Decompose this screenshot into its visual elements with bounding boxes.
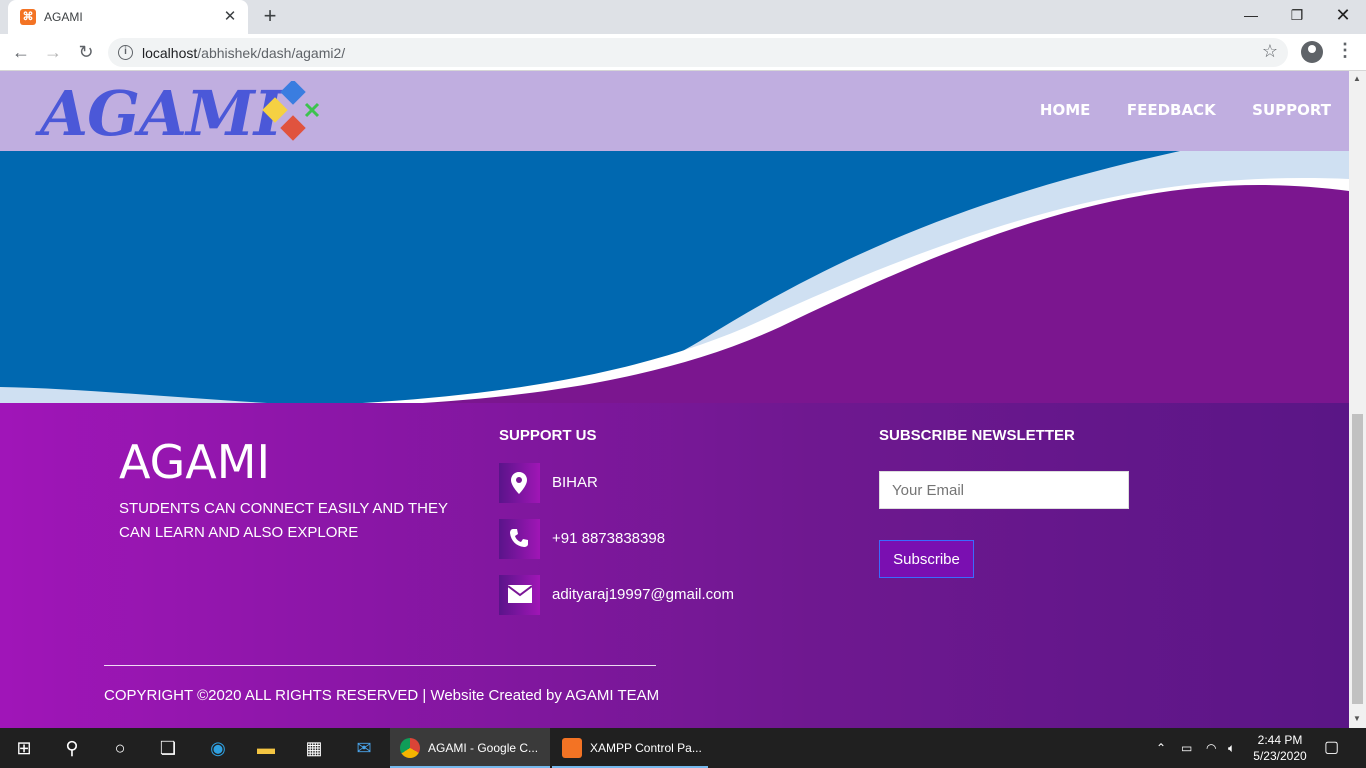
restore-button[interactable]: ❐ xyxy=(1274,0,1320,30)
footer-brand: AGAMI xyxy=(119,435,271,489)
vertical-scrollbar[interactable]: ▲ ▼ xyxy=(1349,71,1366,728)
contact-location: BIHAR xyxy=(499,463,799,503)
chrome-icon xyxy=(400,738,420,758)
phone-icon xyxy=(499,519,540,559)
info-icon[interactable]: i xyxy=(118,45,133,60)
url-host: localhost xyxy=(142,45,198,61)
new-tab-button[interactable]: + xyxy=(258,5,282,29)
site-nav: HOME FEEDBACK SUPPORT xyxy=(1008,101,1331,120)
chrome-app-label: AGAMI - Google C... xyxy=(428,741,539,755)
newsletter-heading: SUBSCRIBE NEWSLETTER xyxy=(879,427,1075,444)
browser-tab-strip: ⌘ AGAMI ✕ + — ❐ ✕ xyxy=(0,0,1366,34)
nav-feedback-link[interactable]: FEEDBACK xyxy=(1127,101,1216,119)
task-view-icon[interactable]: ❏ xyxy=(144,728,192,768)
nav-home-link[interactable]: HOME xyxy=(1040,101,1090,119)
more-menu-icon[interactable]: ⋮ xyxy=(1336,40,1354,61)
nav-support-link[interactable]: SUPPORT xyxy=(1252,101,1331,119)
reload-button[interactable]: ↻ xyxy=(73,39,99,65)
footer-divider xyxy=(104,665,656,666)
logo-diamonds-icon xyxy=(262,81,320,141)
forward-button[interactable]: → xyxy=(40,39,66,65)
clock-time: 2:44 PM xyxy=(1257,733,1303,747)
back-button[interactable]: ← xyxy=(8,39,34,65)
tray-overflow-icon[interactable]: ⌃ xyxy=(1156,728,1166,768)
xampp-app-label: XAMPP Control Pa... xyxy=(590,741,702,755)
address-bar[interactable]: i localhost/abhishek/dash/agami2/ ☆ xyxy=(108,38,1288,67)
notifications-icon[interactable]: ▢ xyxy=(1324,728,1339,768)
volume-icon[interactable]: 🔈︎ xyxy=(1228,728,1235,768)
taskbar-xampp-app[interactable]: XAMPP Control Pa... xyxy=(552,728,708,768)
scroll-up-arrow-icon[interactable]: ▲ xyxy=(1353,74,1361,83)
system-clock[interactable]: 2:44 PM 5/23/2020 xyxy=(1250,732,1310,764)
site-header: AGAMI HOME FEEDBACK SUPPORT xyxy=(0,71,1349,151)
clock-date: 5/23/2020 xyxy=(1253,749,1307,763)
xampp-favicon-icon: ⌘ xyxy=(20,9,36,25)
site-logo[interactable]: AGAMI xyxy=(40,77,283,150)
browser-toolbar: ← → ↻ i localhost/abhishek/dash/agami2/ … xyxy=(0,34,1366,71)
subscribe-button[interactable]: Subscribe xyxy=(879,540,974,578)
site-footer: AGAMI STUDENTS CAN CONNECT EASILY AND TH… xyxy=(0,403,1349,728)
edge-icon[interactable]: ◉ xyxy=(194,728,242,768)
minimize-button[interactable]: — xyxy=(1228,0,1274,30)
profile-avatar-icon[interactable] xyxy=(1301,41,1323,63)
file-explorer-icon[interactable]: ▬ xyxy=(242,728,290,768)
mail-icon[interactable]: ✉ xyxy=(340,728,388,768)
url-text: localhost/abhishek/dash/agami2/ xyxy=(142,45,345,61)
search-icon[interactable]: ⚲ xyxy=(48,728,96,768)
wave-banner xyxy=(0,151,1349,405)
support-heading: SUPPORT US xyxy=(499,427,597,444)
email-text[interactable]: adityaraj19997@gmail.com xyxy=(552,586,734,603)
browser-tab[interactable]: ⌘ AGAMI ✕ xyxy=(8,0,248,34)
copyright-text: COPYRIGHT ©2020 ALL RIGHTS RESERVED | We… xyxy=(104,687,660,704)
envelope-icon xyxy=(499,575,540,615)
bookmark-star-icon[interactable]: ☆ xyxy=(1262,41,1278,62)
taskbar-chrome-app[interactable]: AGAMI - Google C... xyxy=(390,728,550,768)
store-icon[interactable]: ▦ xyxy=(290,728,338,768)
contact-phone: +91 8873838398 xyxy=(499,519,799,559)
windows-taskbar: ⊞ ⚲ ○ ❏ ◉ ▬ ▦ ✉ AGAMI - Google C... XAMP… xyxy=(0,728,1366,768)
contact-email: adityaraj19997@gmail.com xyxy=(499,575,799,615)
scrollbar-thumb[interactable] xyxy=(1352,414,1363,704)
url-path: /abhishek/dash/agami2/ xyxy=(197,45,346,61)
footer-tagline: STUDENTS CAN CONNECT EASILY AND THEY CAN… xyxy=(119,500,448,541)
close-tab-icon[interactable]: ✕ xyxy=(220,7,240,27)
cortana-icon[interactable]: ○ xyxy=(96,728,144,768)
newsletter-email-input[interactable] xyxy=(879,471,1129,509)
battery-icon[interactable]: ▭ xyxy=(1181,728,1192,768)
phone-text[interactable]: +91 8873838398 xyxy=(552,530,665,547)
windows-start-icon[interactable]: ⊞ xyxy=(0,728,48,768)
map-pin-icon xyxy=(499,463,540,503)
page-viewport: AGAMI HOME FEEDBACK SUPPORT AGAMI STUDEN… xyxy=(0,71,1349,728)
wifi-icon[interactable]: ◠ xyxy=(1206,728,1216,768)
xampp-icon xyxy=(562,738,582,758)
location-text: BIHAR xyxy=(552,474,598,491)
scroll-down-arrow-icon[interactable]: ▼ xyxy=(1353,714,1361,723)
tab-title: AGAMI xyxy=(44,10,83,24)
close-window-button[interactable]: ✕ xyxy=(1320,0,1366,30)
